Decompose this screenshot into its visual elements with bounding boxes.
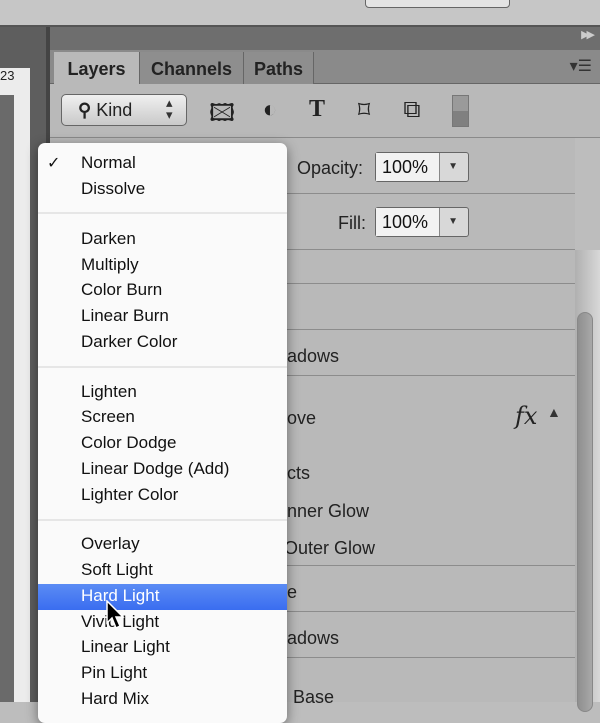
collapse-panel-icon[interactable]: ▶▶ [581,28,595,41]
layer-name: adows [287,628,340,648]
menu-item-label: Normal [81,153,136,172]
mouse-pointer-icon [105,599,125,635]
fx-icon[interactable]: fx [515,402,537,430]
menu-item-label: Hard Mix [81,689,150,708]
canvas-document [0,95,14,702]
menu-item-lighter-color[interactable]: Lighter Color [38,483,287,509]
menu-item-label: Darker Color [81,332,178,351]
menu-item-hard-light[interactable]: Hard Light [38,584,287,610]
search-icon: ⚲ [78,100,92,120]
menu-item-label: Color Dodge [81,433,177,452]
menu-item-vivid-light[interactable]: Vivid Light [38,610,287,636]
ruler-number: 23 [0,68,15,83]
filter-toggle[interactable] [452,95,469,127]
adjustment-filter-icon[interactable]: ◐ [256,96,284,124]
menu-item-overlay[interactable]: Overlay [38,532,287,558]
kind-label: Kind [96,100,133,120]
menu-item-label: Screen [81,407,135,426]
smart-object-filter-icon[interactable]: ⧉ [398,96,426,124]
menu-item-pin-light[interactable]: Pin Light [38,661,287,687]
tab-paths[interactable]: Paths [244,52,314,84]
checkmark-icon: ✓ [47,155,61,172]
menu-item-color-burn[interactable]: Color Burn [38,278,287,304]
collapse-effects-icon[interactable]: ▲ [547,404,561,420]
menu-item-linear-light[interactable]: Linear Light [38,635,287,661]
layer-name: adows [287,346,340,366]
menu-separator [38,212,287,214]
layer-name: ove [287,408,317,428]
layer-name: Base [293,687,335,707]
menu-item-label: Linear Dodge (Add) [81,459,230,478]
menu-item-label: Darken [81,229,136,248]
menu-item-darker-color[interactable]: Darker Color [38,330,287,356]
type-filter-icon[interactable]: T [303,96,331,123]
menu-item-color-dodge[interactable]: Color Dodge [38,431,287,457]
menu-item-screen[interactable]: Screen [38,405,287,431]
effect-inner-glow[interactable]: nner Glow [287,501,369,522]
updown-arrows-icon: ▴ ▾ [166,95,173,122]
menu-item-label: Color Burn [81,280,163,299]
menu-item-label: Soft Light [81,560,153,579]
menu-item-linear-dodge-add[interactable]: Linear Dodge (Add) [38,457,287,483]
effect-outer-glow[interactable]: Outer Glow [284,538,375,559]
fill-label: Fill: [338,213,366,233]
chevron-down-icon: ▼ [448,216,458,227]
opacity-value: 100% [376,153,440,181]
menu-item-label: Dissolve [81,179,146,198]
menu-item-label: Multiply [81,255,139,274]
menu-item-normal[interactable]: ✓ Normal [38,151,287,177]
chevron-down-icon: ▼ [448,161,458,172]
options-bar [0,0,600,27]
menu-item-lighten[interactable]: Lighten [38,380,287,406]
menu-item-darken[interactable]: Darken [38,227,287,253]
menu-item-label: Lighten [81,382,137,401]
menu-separator [38,519,287,521]
menu-item-multiply[interactable]: Multiply [38,253,287,279]
panel-header [50,27,600,50]
panel-menu-icon[interactable]: ▾☰ [570,56,592,76]
tab-layers[interactable]: Layers [54,52,140,85]
fill-value: 100% [376,208,440,236]
scrollbar-thumb[interactable] [577,312,593,712]
image-filter-icon[interactable]: 🖾 [208,96,236,137]
menu-item-label: Lighter Color [81,485,179,504]
opacity-label: Opacity: [297,158,364,178]
menu-item-label: Pin Light [81,663,148,682]
menu-item-hard-mix[interactable]: Hard Mix [38,687,287,713]
menu-separator [38,366,287,368]
layer-name: e [287,582,298,602]
menu-item-soft-light[interactable]: Soft Light [38,558,287,584]
fill-field[interactable]: 100% ▼ [375,207,469,237]
menu-item-label: Overlay [81,534,140,553]
top-button[interactable] [365,0,510,8]
menu-item-linear-burn[interactable]: Linear Burn [38,304,287,330]
shape-filter-icon[interactable]: ⌑ [350,96,378,125]
menu-item-label: Linear Burn [81,306,169,325]
opacity-field[interactable]: 100% ▼ [375,152,469,182]
menu-item-dissolve[interactable]: Dissolve [38,177,287,203]
tab-channels[interactable]: Channels [140,52,244,84]
effects-label: cts [287,463,311,483]
panel-tabs: Layers Channels Paths [50,50,600,85]
menu-item-label: Linear Light [81,637,170,656]
